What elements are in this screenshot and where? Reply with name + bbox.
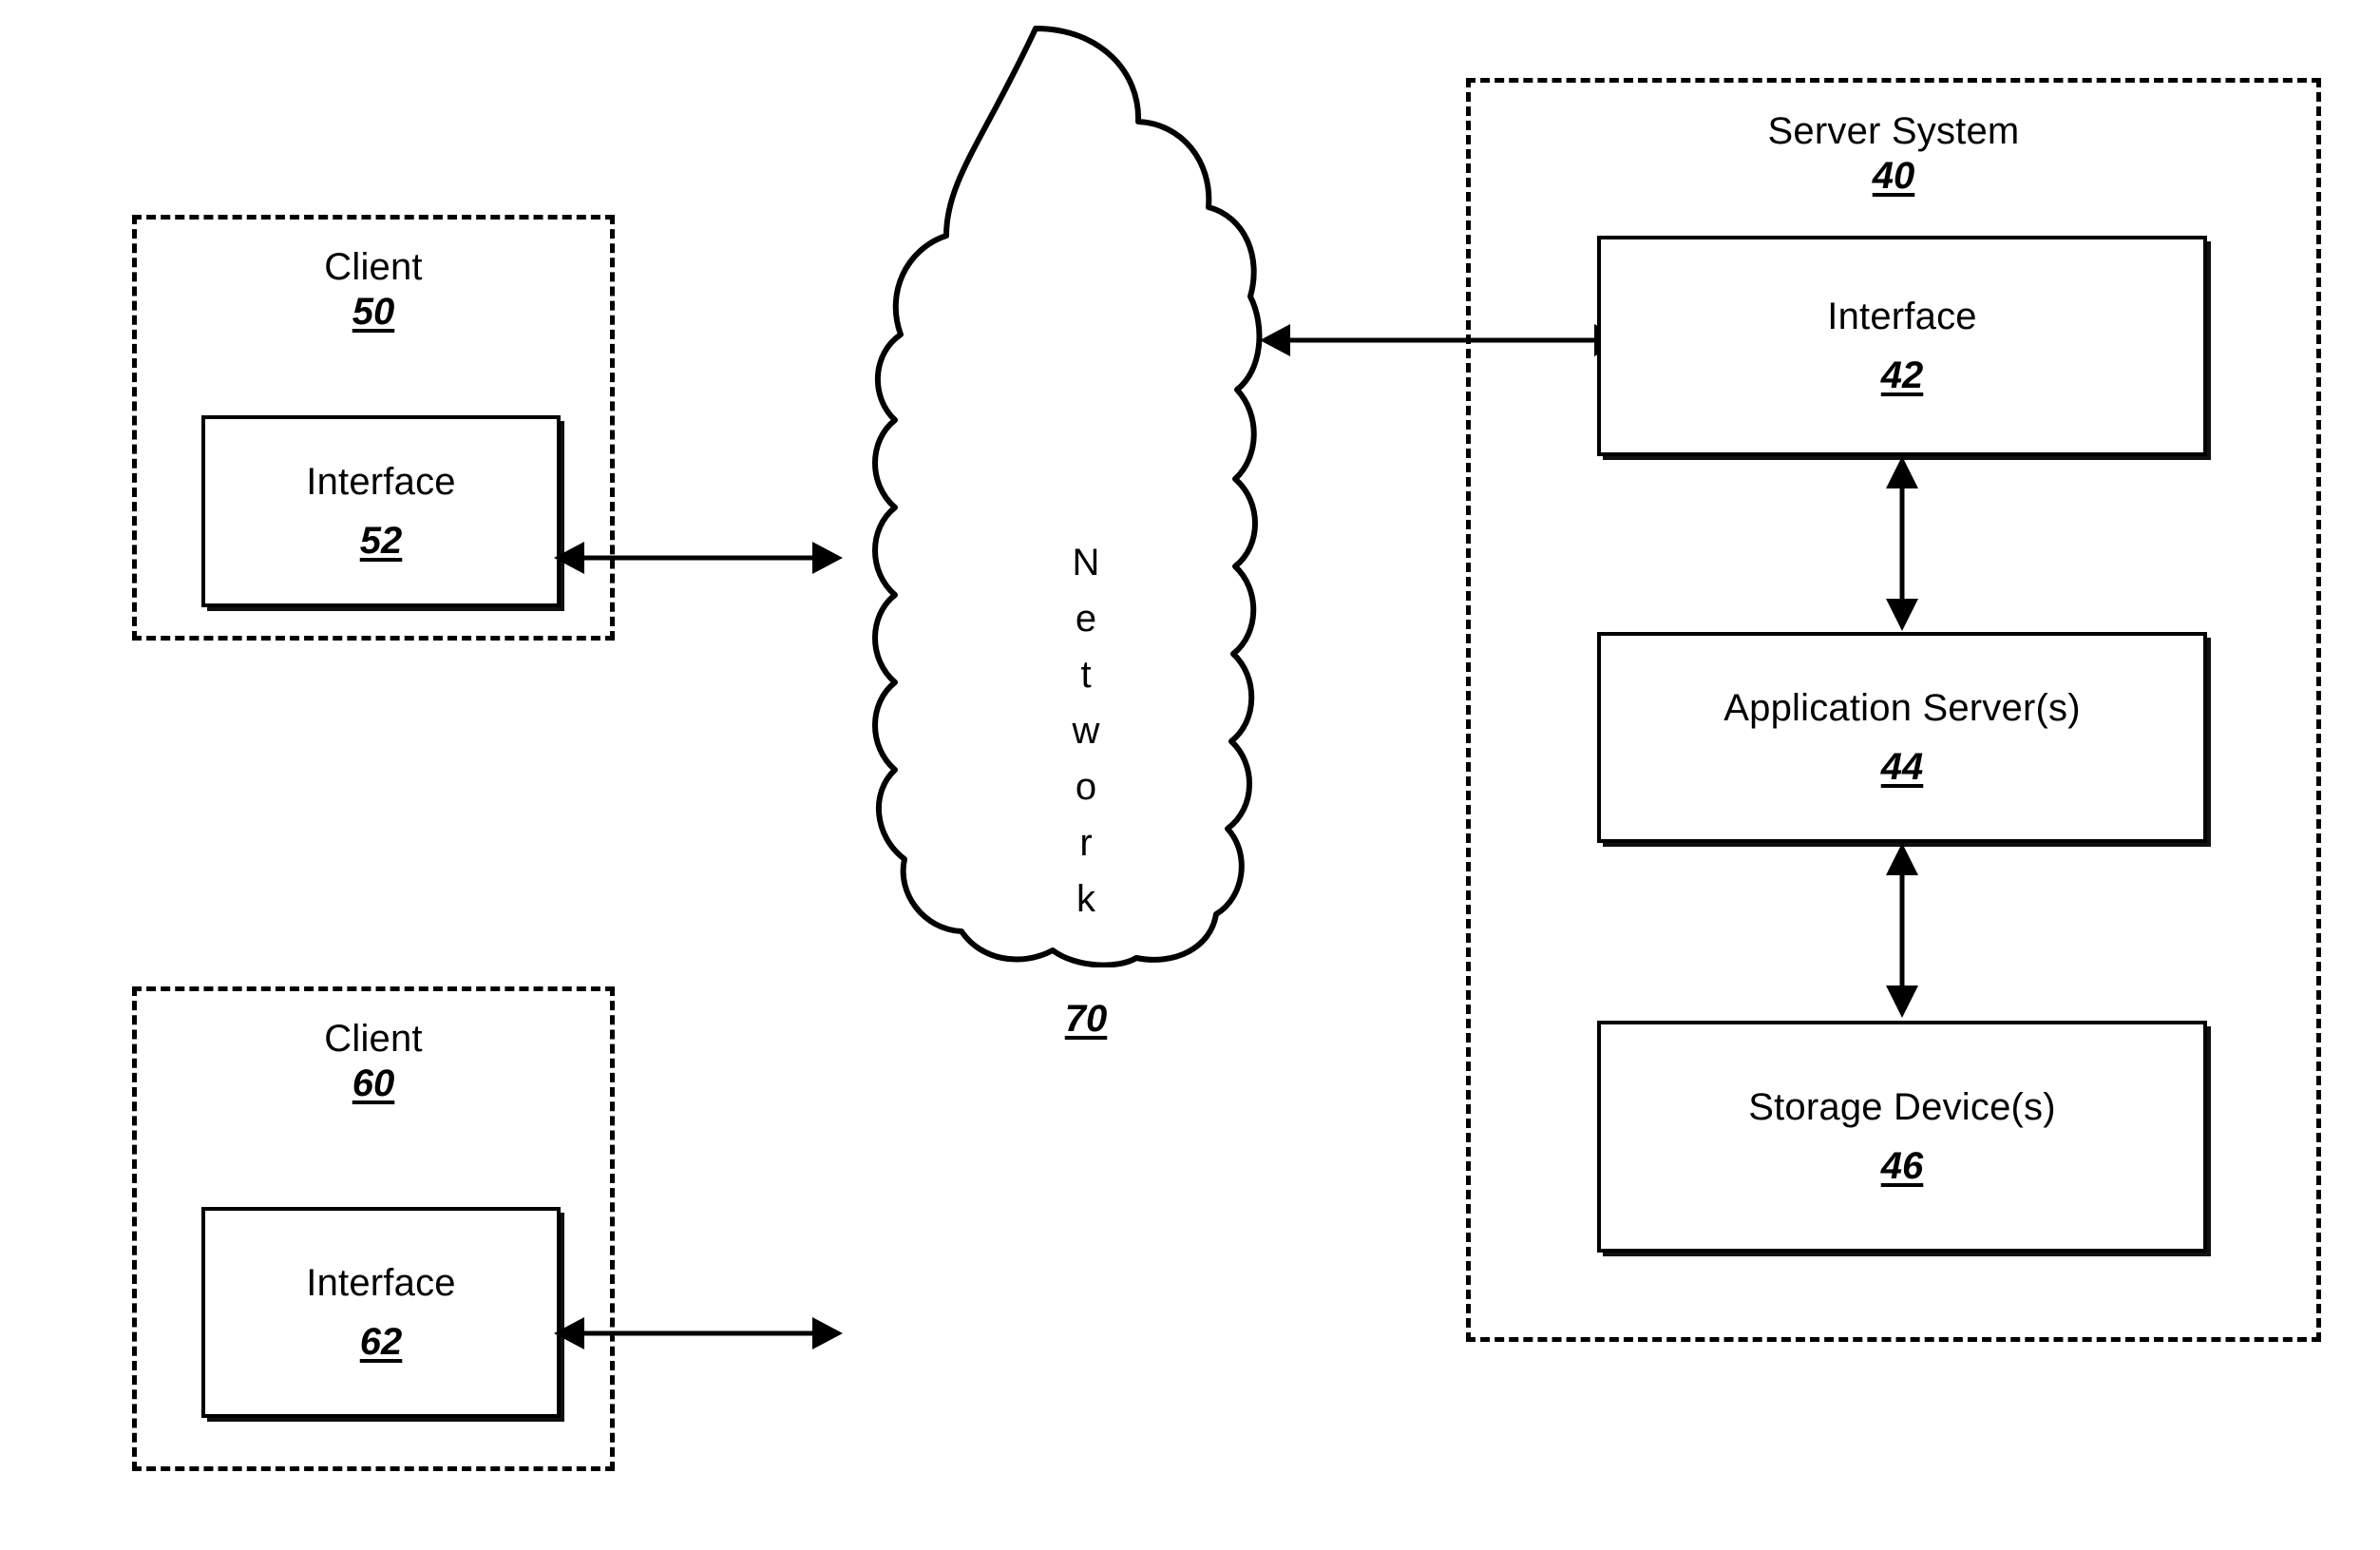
server-system-label: Server System 40 — [1466, 109, 2321, 199]
server-system-ref: 40 — [1872, 155, 1915, 198]
client-60-label: Client 60 — [132, 1017, 615, 1106]
interface-62-title: Interface — [306, 1262, 456, 1304]
network-letter-w: w — [1072, 710, 1100, 752]
interface-52-ref: 52 — [359, 520, 403, 562]
application-server-box: Application Server(s) 44 — [1597, 632, 2207, 843]
interface-42-ref: 42 — [1880, 354, 1924, 396]
client-50-ref: 50 — [352, 291, 395, 334]
connector-client-60-network — [554, 1317, 843, 1349]
network-letter-k: k — [1076, 878, 1095, 920]
network-letter-o: o — [1075, 766, 1097, 808]
client-50-interface-box: Interface 52 — [201, 415, 561, 607]
connector-interface-42-application-server-44 — [1886, 456, 1918, 631]
server-system-title: Server System — [1767, 110, 2020, 152]
interface-52-title: Interface — [306, 461, 456, 503]
application-server-44-title: Application Server(s) — [1723, 687, 2081, 729]
client-60-title: Client — [324, 1018, 423, 1060]
storage-device-46-ref: 46 — [1880, 1145, 1924, 1187]
network-cloud — [798, 17, 1273, 968]
server-interface-box: Interface 42 — [1597, 236, 2207, 456]
network-ref: 70 — [1064, 998, 1108, 1040]
storage-device-46-title: Storage Device(s) — [1748, 1086, 2056, 1128]
application-server-44-ref: 44 — [1880, 746, 1924, 788]
interface-42-title: Interface — [1827, 296, 1977, 337]
network-letter-t: t — [1080, 654, 1092, 696]
storage-device-labels: Storage Device(s) 46 — [1601, 1078, 2203, 1196]
storage-device-box: Storage Device(s) 46 — [1597, 1021, 2207, 1253]
connector-application-server-44-storage-device-46 — [1886, 843, 1918, 1018]
client-60-ref: 60 — [352, 1062, 395, 1105]
client-50-title: Client — [324, 246, 423, 288]
application-server-labels: Application Server(s) 44 — [1601, 679, 2203, 796]
interface-62-ref: 62 — [359, 1321, 403, 1363]
client-60-interface-labels: Interface 62 — [205, 1253, 557, 1371]
client-50-label: Client 50 — [132, 245, 615, 335]
network-label-letters: N e t w o r k — [1043, 535, 1129, 928]
server-interface-labels: Interface 42 — [1601, 287, 2203, 405]
network-letter-r: r — [1079, 822, 1093, 864]
client-50-interface-labels: Interface 52 — [205, 452, 557, 570]
network-letter-n: N — [1072, 542, 1100, 584]
client-60-interface-box: Interface 62 — [201, 1207, 561, 1418]
figure-canvas: Client 50 Interface 52 Client 60 Interfa… — [0, 0, 2380, 1550]
network-letter-e: e — [1075, 598, 1097, 640]
